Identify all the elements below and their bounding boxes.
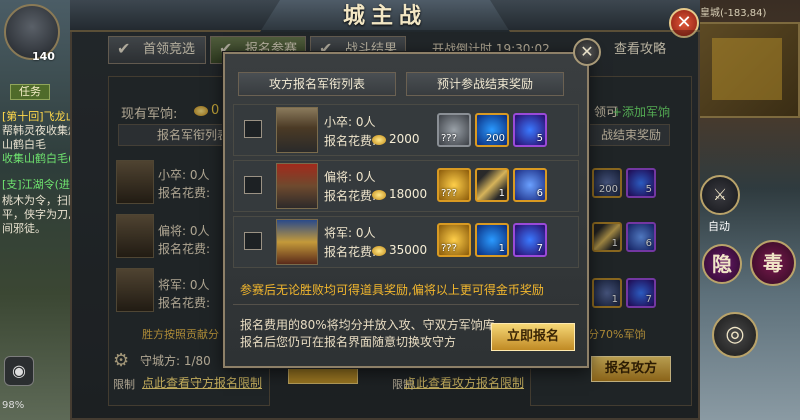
fee-value: 18000: [372, 187, 427, 201]
fee-label: 报名花费:: [324, 134, 377, 148]
window-title: 城主战: [260, 0, 510, 32]
skill-stealth-button[interactable]: 隐: [702, 244, 742, 284]
modal-col-rank-list: 攻方报名军衔列表: [238, 72, 396, 96]
portrait-lieutenant: [276, 163, 318, 209]
minimap-region: [712, 38, 782, 100]
minimap-coordinates: 皇城(-183,84): [700, 8, 767, 19]
coin-icon: [372, 245, 386, 256]
battery-indicator: 98%: [2, 400, 25, 411]
blue-stone-icon[interactable]: 1: [475, 223, 509, 257]
gold-ore-icon[interactable]: ???: [437, 168, 471, 202]
rank-count: 小卒: 0人: [324, 115, 376, 129]
skill-poison-button[interactable]: 毒: [750, 240, 796, 286]
select-checkbox[interactable]: [244, 232, 262, 250]
purple-gem-icon[interactable]: 7: [513, 223, 547, 257]
portrait-soldier: [276, 107, 318, 153]
modal-col-rewards: 预计参战结束奖励: [406, 72, 564, 96]
blue-orb-icon[interactable]: 200: [475, 113, 509, 147]
coin-icon: [372, 134, 386, 145]
reward-notice: 参赛后无论胜败均可得道具奖励,偏将以上更可得金币奖励: [240, 283, 544, 297]
portrait-general: [276, 219, 318, 265]
blue-gem-icon[interactable]: 6: [513, 168, 547, 202]
camera-icon[interactable]: ◉: [4, 356, 34, 386]
coin-icon: [372, 189, 386, 200]
fee-value: 35000: [372, 243, 427, 257]
fee-info: 报名费用的80%将均分并放入攻、守双方军饷库: [240, 318, 495, 332]
close-icon[interactable]: ✕: [573, 38, 601, 66]
rank-count: 偏将: 0人: [324, 170, 376, 184]
select-checkbox[interactable]: [244, 120, 262, 138]
quest-tab[interactable]: 任务: [10, 84, 50, 100]
auto-battle-label: 自动: [708, 220, 730, 233]
divider: [233, 304, 579, 305]
fee-label: 报名花费:: [324, 189, 377, 203]
fee-label: 报名花费:: [324, 245, 377, 259]
purple-gem-icon[interactable]: 5: [513, 113, 547, 147]
silver-ore-icon[interactable]: ???: [437, 113, 471, 147]
switch-side-info: 报名后您仍可在报名界面随意切换攻守方: [240, 335, 457, 349]
player-level: 140: [32, 50, 55, 63]
camera-skill-icon[interactable]: ◎: [712, 312, 758, 358]
rank-count: 将军: 0人: [324, 226, 376, 240]
auto-battle-icon[interactable]: ⚔: [700, 175, 740, 215]
select-checkbox[interactable]: [244, 176, 262, 194]
gold-ore-icon[interactable]: ???: [437, 223, 471, 257]
fee-value: 2000: [372, 132, 420, 146]
gold-knife-icon[interactable]: 1: [475, 168, 509, 202]
register-now-button[interactable]: 立即报名: [491, 323, 575, 351]
